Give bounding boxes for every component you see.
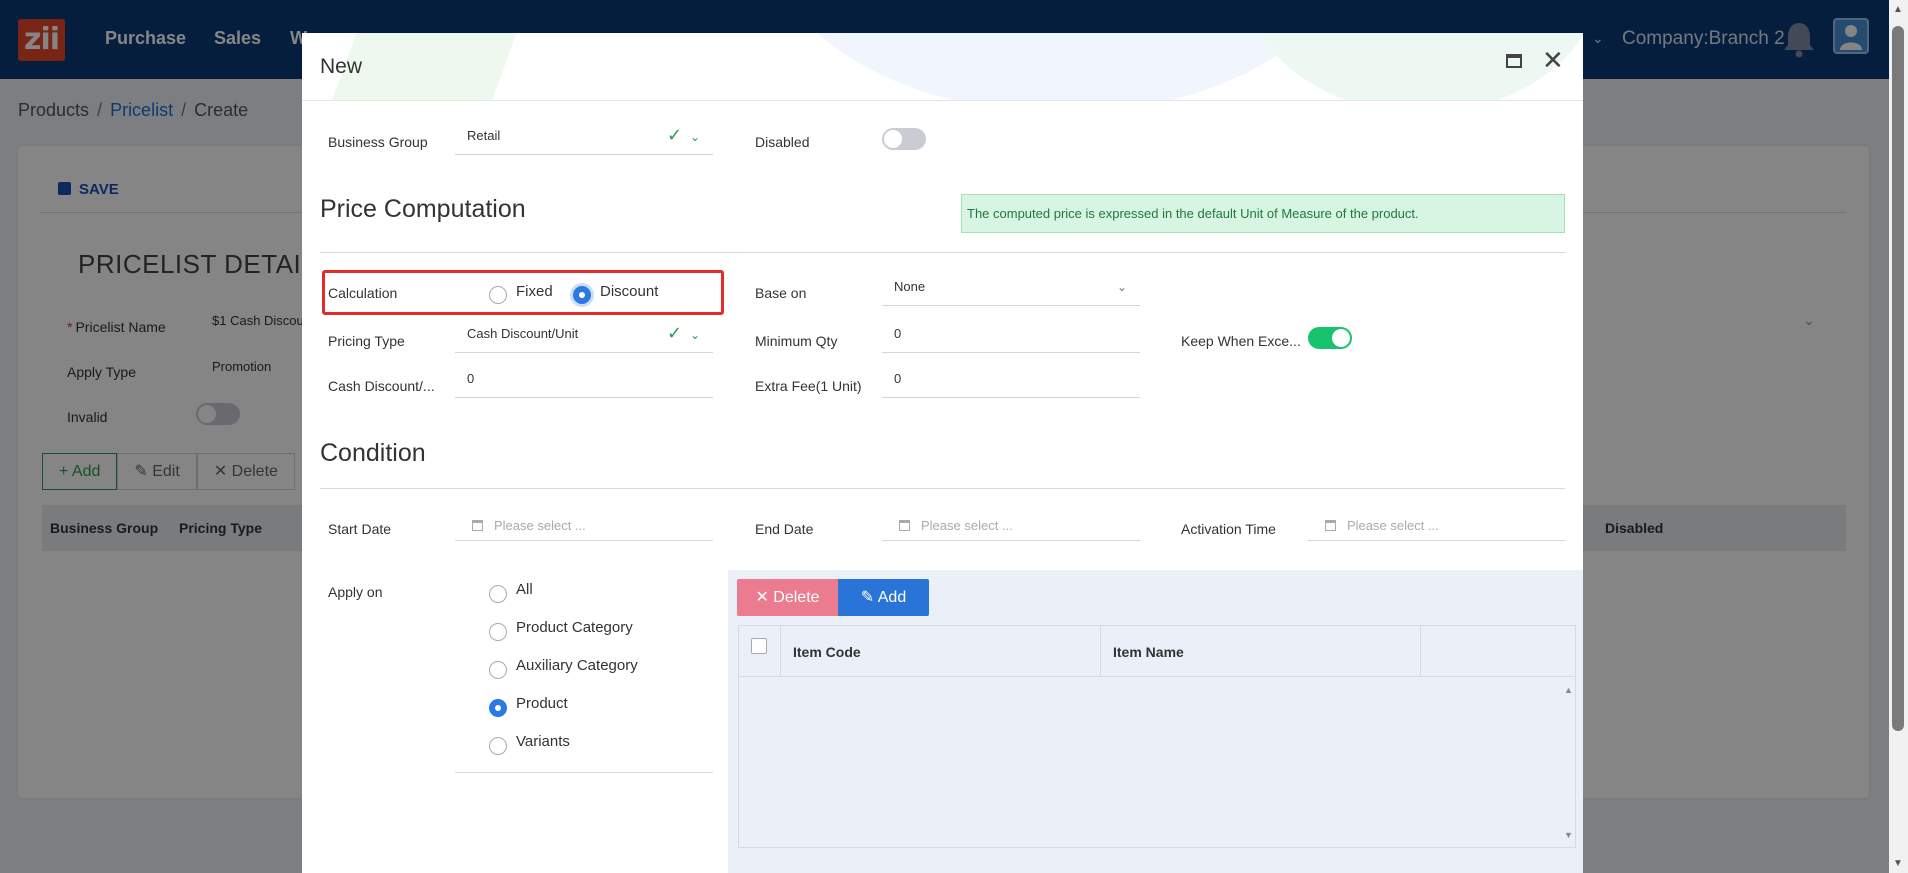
activation-time-label: Activation Time	[1181, 521, 1276, 537]
apply-on-product-category-label[interactable]: Product Category	[516, 619, 633, 636]
start-date-label: Start Date	[328, 521, 392, 537]
check-icon: ✓	[667, 323, 683, 343]
grid-scroll-down-icon[interactable]: ▼	[1564, 830, 1573, 840]
pricing-type-label: Pricing Type	[328, 333, 405, 349]
add-item-button[interactable]: ✎ Add	[838, 579, 929, 616]
chevron-down-icon[interactable]: ⌄	[1117, 280, 1127, 294]
calendar-icon	[1325, 520, 1336, 531]
start-date-picker[interactable]: Please select ...	[455, 511, 713, 541]
divider	[320, 252, 1565, 253]
col-item-code[interactable]: Item Code	[793, 644, 861, 660]
check-icon: ✓	[667, 125, 683, 145]
keep-when-exceed-toggle[interactable]	[1308, 327, 1352, 349]
extra-fee-label: Extra Fee(1 Unit)	[755, 378, 862, 394]
calculation-fixed-label[interactable]: Fixed	[516, 283, 553, 300]
dialog-header: New ✕	[302, 33, 1583, 101]
apply-on-auxiliary-category-radio[interactable]	[489, 661, 507, 679]
items-grid: Item Code Item Name ▲ ▼	[738, 625, 1576, 848]
calculation-label: Calculation	[328, 285, 398, 301]
apply-on-label: Apply on	[328, 584, 383, 600]
extra-fee-input[interactable]: 0	[882, 368, 1140, 398]
apply-on-all-label[interactable]: All	[516, 581, 533, 598]
calculation-discount-label[interactable]: Discount	[600, 283, 658, 300]
activation-time-picker[interactable]: Please select ...	[1308, 511, 1565, 541]
apply-on-variants-label[interactable]: Variants	[516, 733, 570, 750]
apply-on-variants-radio[interactable]	[489, 737, 507, 755]
chevron-down-icon[interactable]: ⌄	[690, 328, 700, 342]
base-on-select[interactable]: None	[882, 276, 1140, 306]
cash-discount-input[interactable]: 0	[455, 368, 713, 398]
scroll-down-icon[interactable]: ▼	[1893, 858, 1903, 869]
delete-item-button[interactable]: ✕ Delete	[737, 579, 838, 616]
keep-when-exceed-label: Keep When Exce...	[1181, 333, 1301, 349]
close-icon[interactable]: ✕	[1542, 46, 1564, 74]
grid-scroll-up-icon[interactable]: ▲	[1564, 685, 1573, 695]
col-item-name[interactable]: Item Name	[1113, 644, 1184, 660]
minimum-qty-label: Minimum Qty	[755, 333, 838, 349]
new-pricelist-item-dialog: New ✕ Business Group Retail ✓ ⌄ Disabled…	[302, 33, 1583, 873]
cash-discount-label: Cash Discount/...	[328, 378, 435, 394]
calculation-discount-radio[interactable]	[573, 286, 591, 304]
chevron-down-icon[interactable]: ⌄	[690, 130, 700, 144]
divider	[455, 772, 713, 773]
apply-on-product-label[interactable]: Product	[516, 695, 568, 712]
disabled-toggle[interactable]	[882, 128, 926, 150]
calendar-icon	[899, 520, 910, 531]
calendar-icon	[472, 520, 483, 531]
condition-title: Condition	[320, 439, 426, 467]
dialog-title: New	[320, 55, 363, 78]
base-on-label: Base on	[755, 285, 807, 301]
business-group-label: Business Group	[328, 134, 428, 150]
grid-header: Item Code Item Name	[739, 626, 1575, 677]
end-date-label: End Date	[755, 521, 814, 537]
divider	[320, 488, 1565, 489]
uom-info-note: The computed price is expressed in the d…	[961, 194, 1565, 233]
calculation-fixed-radio[interactable]	[489, 286, 507, 304]
end-date-picker[interactable]: Please select ...	[882, 511, 1140, 541]
scroll-up-icon[interactable]: ▲	[1893, 4, 1903, 15]
maximize-icon[interactable]	[1506, 54, 1522, 68]
select-all-checkbox[interactable]	[751, 638, 767, 654]
disabled-label: Disabled	[755, 134, 810, 150]
apply-on-product-category-radio[interactable]	[489, 623, 507, 641]
minimum-qty-input[interactable]: 0	[882, 323, 1140, 353]
apply-on-auxiliary-category-label[interactable]: Auxiliary Category	[516, 657, 638, 674]
price-computation-title: Price Computation	[320, 195, 526, 223]
apply-on-product-radio[interactable]	[489, 699, 507, 717]
apply-on-all-radio[interactable]	[489, 585, 507, 603]
scrollbar-thumb[interactable]	[1892, 26, 1904, 731]
